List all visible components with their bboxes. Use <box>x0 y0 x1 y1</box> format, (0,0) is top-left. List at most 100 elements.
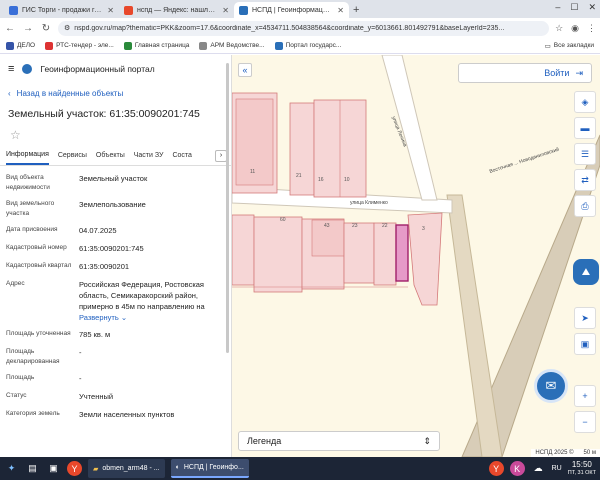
chevron-up-down-icon: ⇕ <box>423 435 431 446</box>
parcel[interactable] <box>407 212 443 306</box>
zoom-in-icon[interactable]: + <box>574 385 596 407</box>
tab-parts[interactable]: Части ЗУ <box>134 147 164 164</box>
object-title: Земельный участок: 61:35:0090201:745 <box>8 108 200 120</box>
parcel[interactable] <box>253 216 303 293</box>
address-bar[interactable]: ⚙ nspd.gov.ru/map?thematic=PKK&zoom=17.6… <box>58 20 550 36</box>
close-tab-icon[interactable]: ✕ <box>107 6 114 15</box>
locate-icon[interactable]: ➤ <box>574 307 596 329</box>
map-view[interactable]: 11 21 16 10 60 43 23 22 3 улица Ленина у… <box>232 55 600 457</box>
scale-distance: 50 м <box>583 450 596 456</box>
panel-header: ≡ Геоинформационный портал <box>0 55 231 83</box>
property-row: Вид земельного участка Землепользование <box>6 196 225 222</box>
browser-tab-nspd[interactable]: НСПД | Геоинформационн... ✕ <box>234 2 349 18</box>
task-view-icon[interactable]: ▤ <box>25 461 40 476</box>
close-tab-icon[interactable]: ✕ <box>222 6 229 15</box>
site-info-icon[interactable]: ⚙ <box>64 24 70 32</box>
network-icon[interactable]: ☁ <box>531 461 546 476</box>
new-tab-button[interactable]: + <box>353 4 359 16</box>
map-tools-top: ◈ ▬ ☰ ⇄ ⎙ <box>574 91 596 217</box>
property-row: Площадь - <box>6 370 225 388</box>
login-arrow-icon: ⇥ <box>575 67 583 78</box>
hamburger-menu-icon[interactable]: ≡ <box>8 63 14 75</box>
parcel[interactable] <box>373 222 397 286</box>
layers-icon[interactable]: ◈ <box>574 91 596 113</box>
expand-address-link[interactable]: Развернуть ⌄ <box>79 312 225 323</box>
maximize-icon[interactable]: ☐ <box>570 2 578 13</box>
address-text: Российская Федерация, Ростовская область… <box>79 280 205 311</box>
property-row: Площадь уточненная 785 кв. м <box>6 326 225 344</box>
window-controls: – ☐ ✕ <box>555 2 596 13</box>
property-key: Дата присвоения <box>6 226 58 233</box>
list-icon[interactable]: ☰ <box>574 143 596 165</box>
screen-icon[interactable]: ▣ <box>574 333 596 355</box>
all-bookmarks-label: Все закладки <box>553 42 594 49</box>
bookmark-main-page[interactable]: Главная страница <box>123 41 189 50</box>
browser-toolbar-icons: ☆ ◉ ⋮ <box>555 23 596 34</box>
parcel[interactable] <box>289 102 315 196</box>
tab-composition[interactable]: Соста <box>172 147 191 164</box>
browser-tab-gis-torgi[interactable]: ГИС Торги - продажи госуд... ✕ <box>4 2 119 18</box>
selected-parcel[interactable] <box>395 224 409 282</box>
file-manager-icon[interactable]: ▣ <box>46 461 61 476</box>
menu-icon[interactable]: ⋮ <box>587 23 596 34</box>
tab-label: НСПД | Геоинформационн... <box>252 6 333 14</box>
language-indicator[interactable]: RU <box>552 465 562 472</box>
forward-icon[interactable]: → <box>22 23 34 34</box>
back-to-results-link[interactable]: ‹ Назад в найденные объекты <box>0 83 231 104</box>
parcel-number: 43 <box>324 223 330 229</box>
tray-app-icon[interactable]: K <box>509 461 525 476</box>
taskbar-window-browser[interactable]: ◐ НСПД | Геоинфо... <box>170 459 249 478</box>
bookmark-icon <box>123 41 132 50</box>
street-label: Восточная ... Новоданиловский <box>488 146 560 175</box>
close-window-icon[interactable]: ✕ <box>588 2 596 13</box>
legend-dropdown[interactable]: Легенда ⇕ <box>238 431 440 451</box>
tab-label: нспд — Яндекс: нашлось... <box>137 6 219 14</box>
chat-assistant-icon[interactable]: ✉ <box>534 369 568 403</box>
minimize-icon[interactable]: – <box>555 2 560 13</box>
login-button[interactable]: Войти ⇥ <box>458 63 592 83</box>
zoom-controls: + − <box>574 385 596 433</box>
bookmark-delo[interactable]: ДЕЛО <box>6 41 36 50</box>
close-tab-icon[interactable]: ✕ <box>337 6 344 15</box>
parcel[interactable] <box>232 214 255 286</box>
property-key: Площадь <box>6 374 35 381</box>
tab-information[interactable]: Информация <box>6 146 49 165</box>
browser-tab-yandex[interactable]: нспд — Яндекс: нашлось... ✕ <box>119 2 234 18</box>
all-bookmarks[interactable]: ▭ Все закладки <box>545 42 594 50</box>
share-icon[interactable]: ⇄ <box>574 169 596 191</box>
taskbar-window-folder[interactable]: ▰ obmen_arm48 - ... <box>88 459 165 478</box>
tab-objects[interactable]: Объекты <box>96 147 125 164</box>
yandex-tray-icon[interactable]: Y <box>488 461 504 476</box>
property-value: 04.07.2025 <box>79 226 117 235</box>
tab-services[interactable]: Сервисы <box>58 147 87 164</box>
legend-label: Легенда <box>247 436 282 446</box>
bookmark-arm[interactable]: АРМ Ведомстве... <box>199 41 265 50</box>
bookmark-star-icon[interactable]: ☆ <box>555 23 563 34</box>
property-key: Кадастровый номер <box>6 244 67 251</box>
tab-favicon-icon <box>124 5 133 15</box>
reload-icon[interactable]: ↻ <box>40 23 52 34</box>
favorite-star-icon[interactable]: ☆ <box>0 124 231 146</box>
print-icon[interactable]: ⎙ <box>574 195 596 217</box>
panel-scrollbar[interactable] <box>226 63 229 353</box>
start-menu-icon[interactable]: ✦ <box>4 461 19 476</box>
measure-icon[interactable]: ▬ <box>574 117 596 139</box>
property-key: Категория земель <box>6 410 60 417</box>
3d-tilt-icon[interactable]: ⛰ <box>573 259 599 285</box>
collapse-panel-icon[interactable]: « <box>238 63 252 77</box>
parcel[interactable] <box>343 222 375 284</box>
bookmark-rts[interactable]: РТС-тендер - эле... <box>45 41 114 50</box>
property-row: Статус Учтенный <box>6 388 225 406</box>
bookmark-label: ДЕЛО <box>17 42 36 49</box>
bookmark-gosuslugi[interactable]: Портал государс... <box>274 41 341 50</box>
clock[interactable]: 15:50 ПТ, 31 ОКТ <box>568 460 596 477</box>
back-icon[interactable]: ← <box>4 23 16 34</box>
tab-label: ГИС Торги - продажи госуд... <box>22 6 103 14</box>
profile-icon[interactable]: ◉ <box>571 23 579 34</box>
zoom-out-icon[interactable]: − <box>574 411 596 433</box>
street-lenina <box>381 55 438 201</box>
browser-icon[interactable]: Y <box>67 461 82 476</box>
property-row: Дата присвоения 04.07.2025 <box>6 222 225 240</box>
property-key: Адрес <box>6 280 25 287</box>
bookmark-icon <box>6 41 14 50</box>
